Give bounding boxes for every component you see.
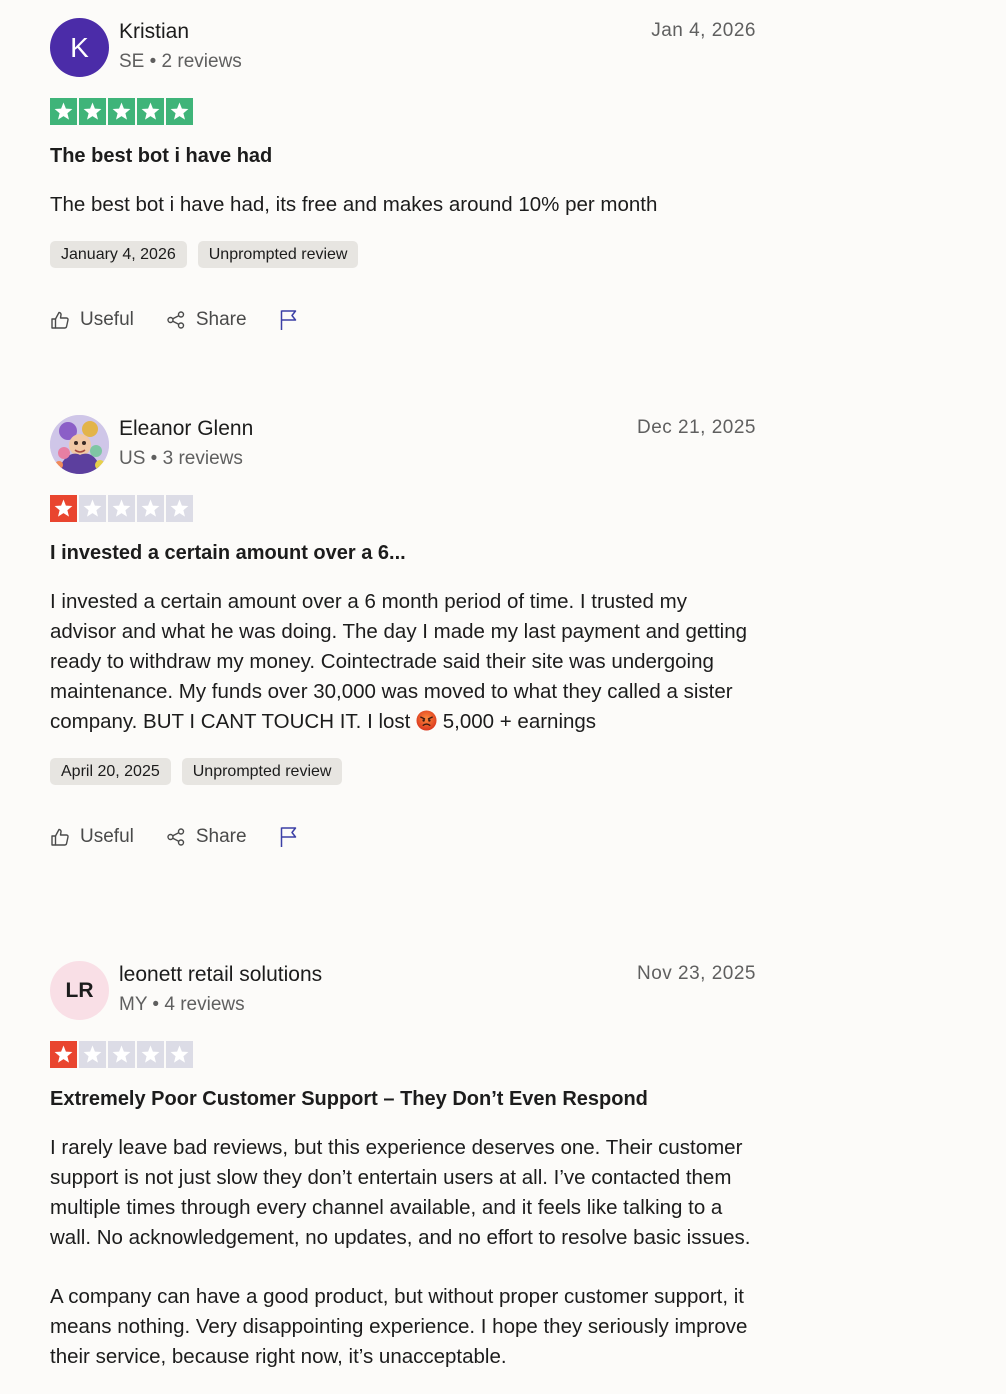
flag-icon	[280, 310, 296, 330]
star-empty-icon	[108, 1041, 135, 1068]
unprompted-review-badge[interactable]: Unprompted review	[197, 241, 359, 268]
review-body: I rarely leave bad reviews, but this exp…	[50, 1133, 756, 1372]
star-filled-icon	[166, 98, 193, 125]
review-header: LR leonett retail solutions MY • 4 revie…	[50, 961, 756, 1023]
review-body: The best bot i have had, its free and ma…	[50, 190, 756, 220]
review-paragraph: I rarely leave bad reviews, but this exp…	[50, 1136, 751, 1249]
avatar[interactable]	[50, 415, 109, 474]
star-empty-icon	[166, 1041, 193, 1068]
experience-date-badge: January 4, 2026	[50, 241, 187, 268]
report-flag-button[interactable]	[279, 309, 299, 331]
star-empty-icon	[137, 495, 164, 522]
review-actions: Useful Share	[50, 306, 756, 334]
unprompted-review-badge[interactable]: Unprompted review	[181, 758, 343, 785]
star-empty-icon	[79, 495, 106, 522]
avatar[interactable]: K	[50, 18, 109, 77]
thumbs-up-icon	[51, 828, 69, 846]
reviewer-name[interactable]: Eleanor Glenn	[119, 417, 253, 441]
angry-face-emoji-icon	[416, 710, 437, 731]
review-date: Jan 4, 2026	[651, 20, 756, 41]
review-tags: April 20, 2025 Unprompted review	[50, 758, 756, 785]
useful-label: Useful	[80, 309, 134, 330]
flag-icon	[280, 827, 296, 847]
avatar[interactable]: LR	[50, 961, 109, 1020]
review-tags: January 4, 2026 Unprompted review	[50, 241, 756, 268]
star-filled-icon	[137, 98, 164, 125]
star-empty-icon	[137, 1041, 164, 1068]
review-header: K Kristian SE • 2 reviews Jan 4, 2026	[50, 18, 756, 80]
useful-button[interactable]: Useful	[50, 309, 134, 331]
useful-label: Useful	[80, 826, 134, 847]
reviewer-meta: US • 3 reviews	[119, 448, 243, 469]
star-filled-icon	[50, 495, 77, 522]
star-empty-icon	[79, 1041, 106, 1068]
report-flag-button[interactable]	[279, 826, 299, 848]
profile-photo-icon	[50, 415, 109, 474]
star-filled-icon	[79, 98, 106, 125]
star-filled-icon	[108, 98, 135, 125]
star-rating	[50, 495, 756, 522]
share-icon	[167, 828, 185, 846]
review-paragraph: I invested a certain amount over a 6 mon…	[50, 587, 756, 737]
experience-date-badge: April 20, 2025	[50, 758, 171, 785]
review-paragraph: A company can have a good product, but w…	[50, 1285, 748, 1368]
review-title[interactable]: I invested a certain amount over a 6...	[50, 540, 756, 566]
review-actions: Useful Share	[50, 823, 756, 851]
reviewer-name[interactable]: leonett retail solutions	[119, 963, 322, 987]
review-title[interactable]: The best bot i have had	[50, 143, 756, 169]
star-empty-icon	[108, 495, 135, 522]
review-paragraph: The best bot i have had, its free and ma…	[50, 193, 658, 216]
reviewer-name[interactable]: Kristian	[119, 20, 189, 44]
share-button[interactable]: Share	[166, 309, 247, 331]
review-date: Nov 23, 2025	[636, 963, 756, 984]
star-filled-icon	[50, 1041, 77, 1068]
star-empty-icon	[166, 495, 193, 522]
review-header: Eleanor Glenn US • 3 reviews Dec 21, 202…	[50, 415, 756, 477]
share-label: Share	[195, 826, 247, 847]
review-date: Dec 21, 2025	[636, 417, 756, 438]
share-button[interactable]: Share	[166, 826, 247, 848]
reviewer-meta: MY • 4 reviews	[119, 994, 245, 1015]
share-label: Share	[195, 309, 247, 330]
review-body: I invested a certain amount over a 6 mon…	[50, 587, 756, 737]
thumbs-up-icon	[51, 311, 69, 329]
review-card: LR leonett retail solutions MY • 4 revie…	[50, 961, 756, 1372]
review-card: Eleanor Glenn US • 3 reviews Dec 21, 202…	[50, 415, 756, 851]
reviewer-meta: SE • 2 reviews	[119, 51, 242, 72]
review-card: K Kristian SE • 2 reviews Jan 4, 2026 Th…	[50, 18, 756, 334]
share-icon	[167, 311, 185, 329]
reviews-list: K Kristian SE • 2 reviews Jan 4, 2026 Th…	[0, 0, 1006, 1394]
review-text-part: I invested a certain amount over a 6 mon…	[50, 590, 748, 733]
review-title[interactable]: Extremely Poor Customer Support – They D…	[50, 1086, 756, 1112]
useful-button[interactable]: Useful	[50, 826, 134, 848]
star-filled-icon	[50, 98, 77, 125]
review-text-part: 5,000 + earnings	[437, 710, 597, 733]
star-rating	[50, 1041, 756, 1068]
star-rating	[50, 98, 756, 125]
